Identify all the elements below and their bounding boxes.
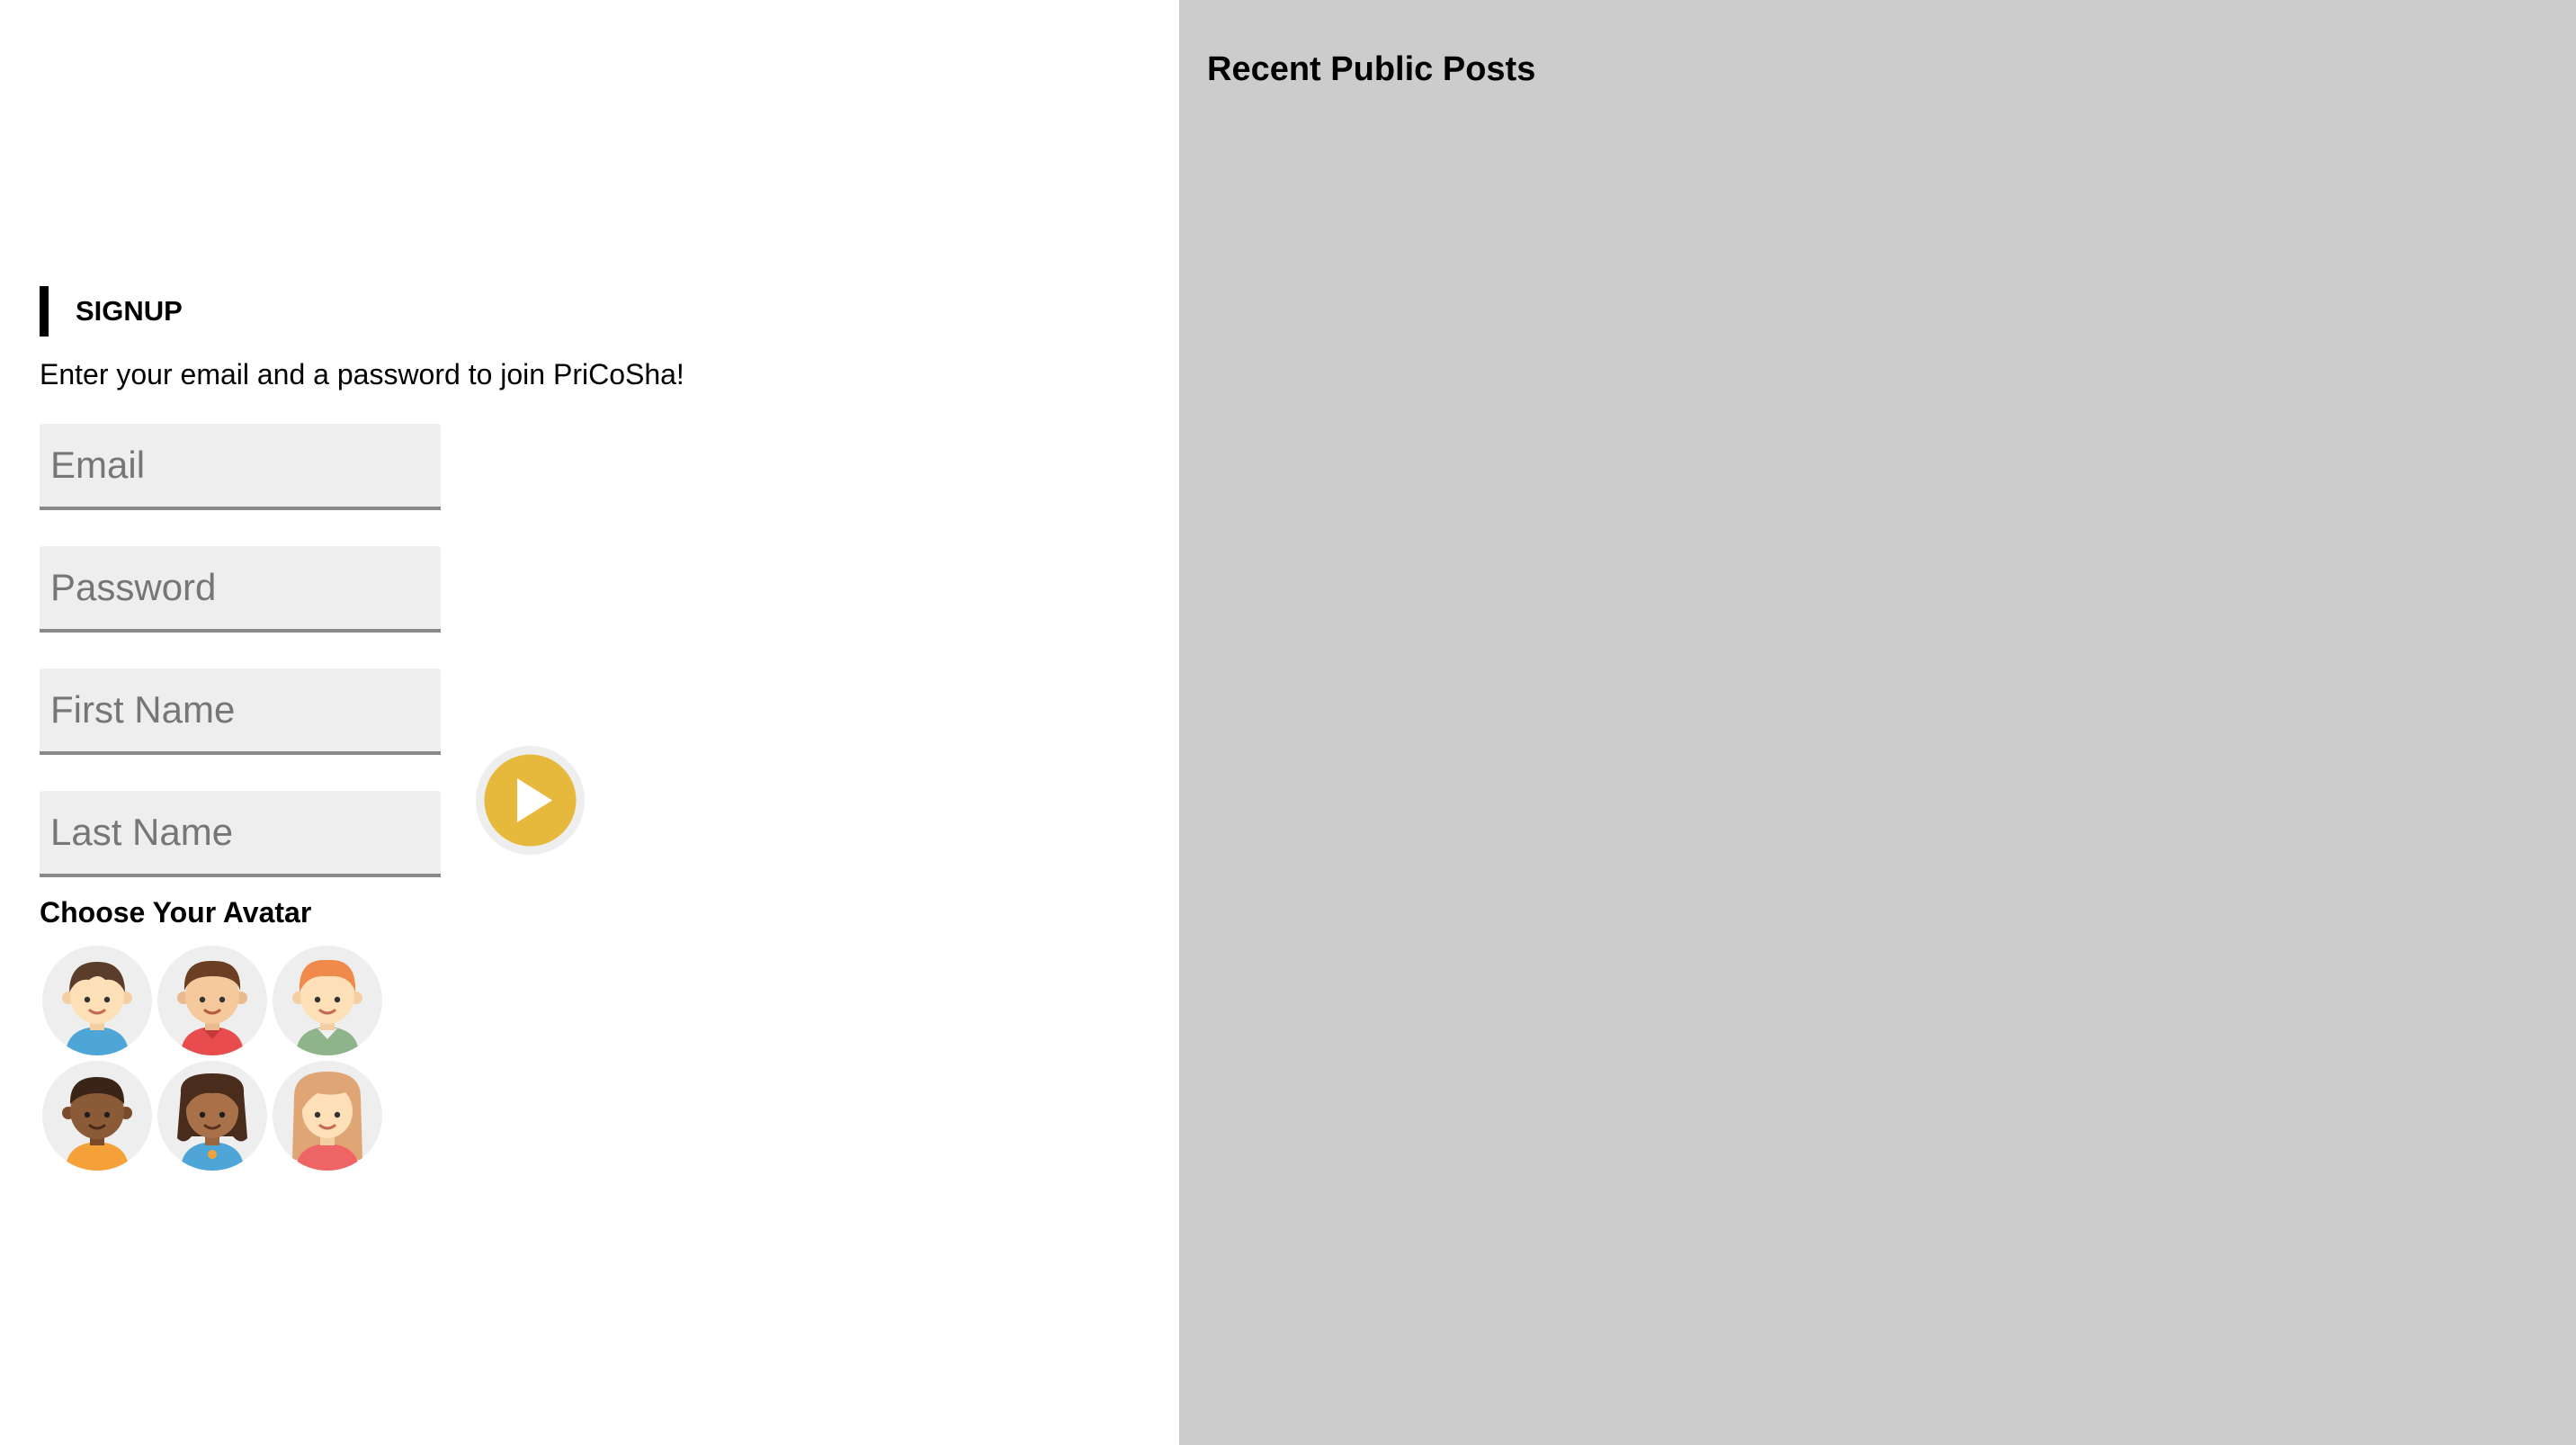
- recent-posts-panel: Recent Public Posts: [1179, 0, 2576, 1445]
- signup-submit-button[interactable]: [476, 746, 585, 855]
- girl-avatar-icon: [292, 1072, 362, 1171]
- avatar-option-4[interactable]: [42, 1061, 152, 1171]
- recent-posts-title: Recent Public Posts: [1207, 50, 1536, 88]
- signup-description: Enter your email and a password to join …: [40, 358, 684, 390]
- avatar-option-2[interactable]: [157, 946, 267, 1055]
- boy-avatar-icon: [62, 962, 132, 1055]
- first-name-field[interactable]: [40, 669, 441, 755]
- ginger-boy-avatar-icon: [292, 959, 362, 1055]
- dark-skin-boy-avatar-icon: [62, 1077, 132, 1171]
- password-field[interactable]: [40, 546, 441, 633]
- avatar-option-5[interactable]: [157, 1061, 267, 1171]
- page: SIGNUP Enter your email and a password t…: [0, 0, 2576, 1445]
- avatar-option-1[interactable]: [42, 946, 152, 1055]
- email-field[interactable]: [40, 424, 441, 510]
- boy-avatar-icon: [177, 960, 247, 1055]
- avatar-option-6[interactable]: [273, 1061, 382, 1171]
- avatar-option-3[interactable]: [273, 946, 382, 1055]
- avatar-label: Choose Your Avatar: [40, 896, 312, 929]
- dark-skin-girl-avatar-icon: [177, 1073, 247, 1171]
- signup-heading: SIGNUP: [40, 286, 183, 337]
- play-icon: [484, 754, 577, 847]
- last-name-field[interactable]: [40, 791, 441, 877]
- signup-panel: SIGNUP Enter your email and a password t…: [0, 0, 1179, 1445]
